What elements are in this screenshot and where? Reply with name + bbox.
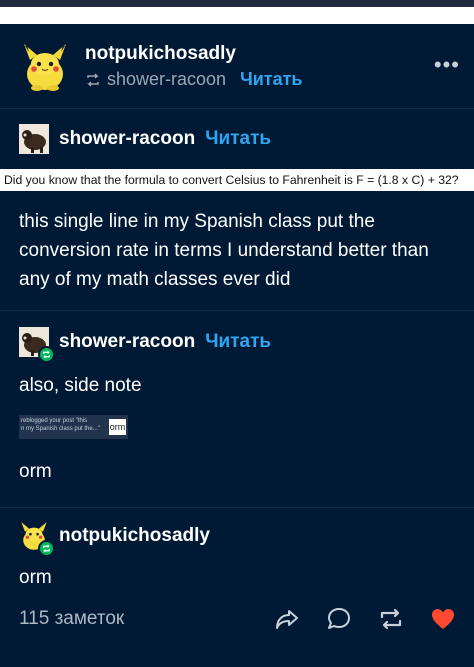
reblog-source-line: shower-racoon Читать xyxy=(85,69,302,90)
formula-image: Did you know that the formula to convert… xyxy=(0,169,474,191)
pikachu-avatar[interactable] xyxy=(22,42,68,92)
notes-count[interactable]: 115 заметок xyxy=(19,608,124,630)
post-header: notpukichosadly shower-racoon Читать ••• xyxy=(0,24,474,108)
post-actions xyxy=(274,606,456,632)
trail-username-1[interactable]: shower-racoon xyxy=(59,128,195,150)
notification-box: orm xyxy=(109,419,126,435)
post-footer: 115 заметок xyxy=(0,600,474,640)
divider xyxy=(0,507,474,508)
follow-button[interactable]: Читать xyxy=(240,69,302,90)
share-icon[interactable] xyxy=(274,606,300,632)
trail-follow-button-2[interactable]: Читать xyxy=(205,331,271,353)
like-icon[interactable] xyxy=(430,606,456,632)
trail-username-3[interactable]: notpukichosadly xyxy=(59,525,210,547)
reblog-icon[interactable] xyxy=(378,606,404,632)
top-strip xyxy=(0,0,474,7)
post-author-name[interactable]: notpukichosadly xyxy=(85,43,236,65)
trail-text-1: this single line in my Spanish class put… xyxy=(19,211,429,290)
post-card: notpukichosadly shower-racoon Читать •••… xyxy=(0,24,474,667)
trail-header-2: shower-racoon Читать xyxy=(19,327,271,363)
divider xyxy=(0,108,474,109)
trail-text-2: also, side note xyxy=(19,375,142,396)
reblog-source-name[interactable]: shower-racoon xyxy=(107,69,226,90)
trail-header-3: notpukichosadly xyxy=(19,521,210,557)
reblog-badge-icon xyxy=(38,346,55,363)
notification-text: reblogged your post "this n my Spanish c… xyxy=(21,418,100,432)
reblog-icon xyxy=(87,72,99,87)
trail-header-1: shower-racoon Читать xyxy=(19,124,271,154)
notification-screenshot: reblogged your post "this n my Spanish c… xyxy=(19,415,128,439)
reblog-badge-icon xyxy=(38,540,55,557)
raccoon-avatar[interactable] xyxy=(19,124,49,154)
trail-text-2b: orm xyxy=(19,461,52,482)
trail-follow-button-1[interactable]: Читать xyxy=(205,128,271,150)
reply-icon[interactable] xyxy=(326,606,352,632)
trail-username-2[interactable]: shower-racoon xyxy=(59,331,195,353)
divider xyxy=(0,310,474,311)
raccoon-avatar[interactable] xyxy=(19,327,55,363)
trail-text-3: orm xyxy=(19,567,52,588)
pikachu-avatar[interactable] xyxy=(19,521,55,557)
more-options-icon[interactable]: ••• xyxy=(434,52,460,78)
